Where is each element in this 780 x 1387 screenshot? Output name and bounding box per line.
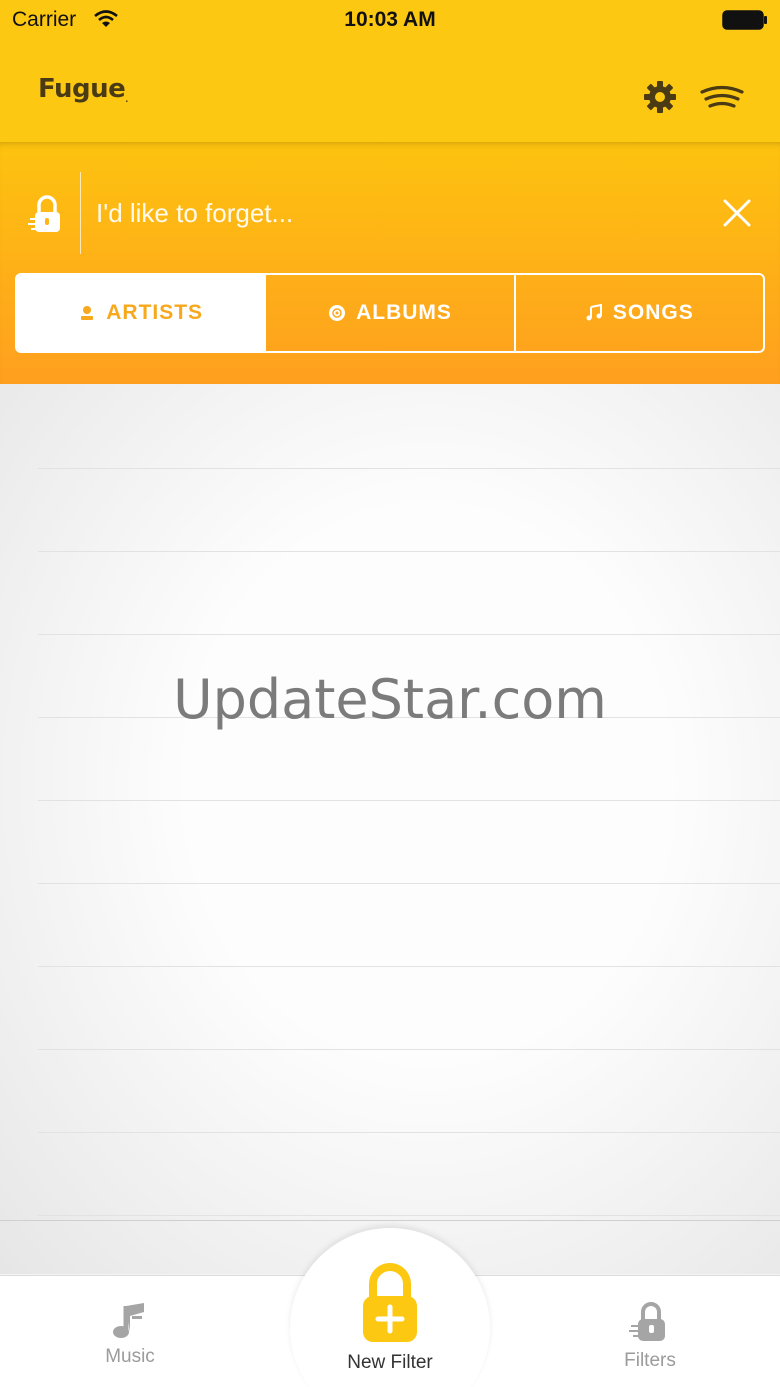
- tab-label: SONGS: [612, 301, 694, 324]
- logo-mark: .: [125, 95, 128, 104]
- spotify-icon[interactable]: [700, 84, 744, 112]
- app-logo: Fugue.: [38, 74, 128, 104]
- lock-icon: [28, 195, 60, 232]
- music-note-icon: [113, 1303, 144, 1338]
- list-bottom-border: [0, 1220, 780, 1221]
- tabbar-item-new-filter[interactable]: New Filter: [320, 1262, 460, 1374]
- list-divider: [38, 634, 780, 635]
- disc-icon: [329, 305, 346, 321]
- list-divider: [38, 800, 780, 801]
- tabbar-label: Filters: [624, 1350, 676, 1371]
- list-divider: [38, 468, 780, 469]
- lock-icon: [629, 1302, 665, 1341]
- person-icon: [81, 306, 94, 320]
- gear-icon[interactable]: [643, 80, 677, 114]
- filter-tabs: ARTISTS ALBUMS SONGS: [15, 273, 765, 353]
- logo-text: Fugue: [38, 74, 126, 104]
- tabbar-label: Music: [105, 1346, 155, 1367]
- tabbar-item-music[interactable]: Music: [70, 1300, 190, 1368]
- close-icon[interactable]: [722, 198, 752, 228]
- list-divider: [38, 1049, 780, 1050]
- list-divider: [38, 1215, 780, 1216]
- tab-albums[interactable]: ALBUMS: [264, 275, 513, 351]
- app-header: Carrier 10:03 AM Fugue.: [0, 0, 780, 142]
- tabbar-item-filters[interactable]: Filters: [590, 1300, 710, 1372]
- battery-icon: [722, 10, 767, 30]
- list-divider: [38, 883, 780, 884]
- status-time: 10:03 AM: [344, 8, 436, 31]
- music-note-icon: [586, 304, 602, 321]
- watermark: UpdateStar.com: [173, 668, 607, 731]
- list-divider: [38, 1132, 780, 1133]
- status-bar: Carrier 10:03 AM: [0, 0, 780, 40]
- tab-label: ARTISTS: [106, 301, 204, 324]
- tabbar-label: New Filter: [347, 1352, 433, 1373]
- search-input[interactable]: [96, 190, 696, 236]
- lock-plus-icon: [363, 1263, 417, 1342]
- list-divider: [38, 551, 780, 552]
- tab-label: ALBUMS: [356, 301, 452, 324]
- tab-artists[interactable]: ARTISTS: [17, 275, 265, 351]
- list-divider: [38, 966, 780, 967]
- search-divider: [80, 172, 81, 254]
- tab-songs[interactable]: SONGS: [513, 275, 763, 351]
- artist-list: [0, 384, 780, 1274]
